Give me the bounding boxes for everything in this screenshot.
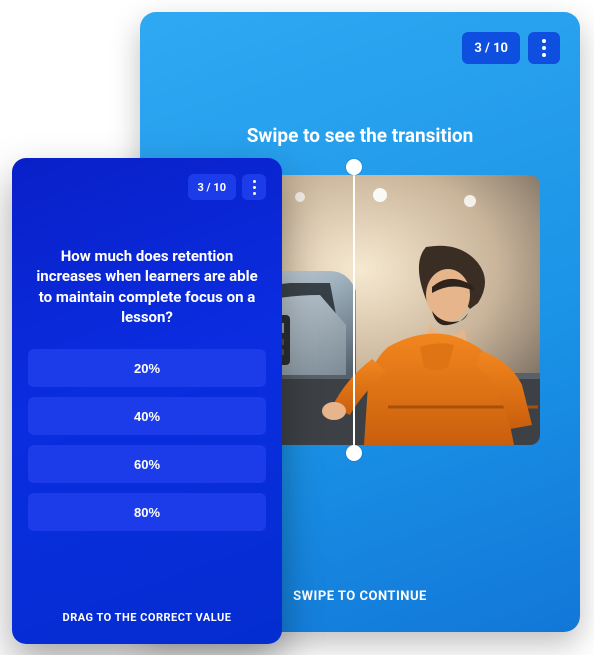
quiz-option[interactable]: 60% xyxy=(28,445,266,483)
slider-handle[interactable] xyxy=(353,167,355,453)
progress-counter: 3 / 10 xyxy=(188,174,236,200)
drag-instruction: DRAG TO THE CORRECT VALUE xyxy=(28,611,266,628)
progress-counter: 3 / 10 xyxy=(462,32,520,64)
quiz-card: 3 / 10 How much does retention increases… xyxy=(12,158,282,644)
quiz-options: 20% 40% 60% 80% xyxy=(28,349,266,531)
transition-title: Swipe to see the transition xyxy=(160,124,560,147)
quiz-question: How much does retention increases when l… xyxy=(28,246,266,327)
more-vertical-icon xyxy=(253,180,256,195)
quiz-option[interactable]: 80% xyxy=(28,493,266,531)
front-topbar: 3 / 10 xyxy=(28,174,266,200)
menu-button[interactable] xyxy=(242,174,266,200)
back-topbar: 3 / 10 xyxy=(160,32,560,64)
menu-button[interactable] xyxy=(528,32,560,64)
quiz-option[interactable]: 40% xyxy=(28,397,266,435)
more-vertical-icon xyxy=(542,39,546,57)
quiz-option[interactable]: 20% xyxy=(28,349,266,387)
